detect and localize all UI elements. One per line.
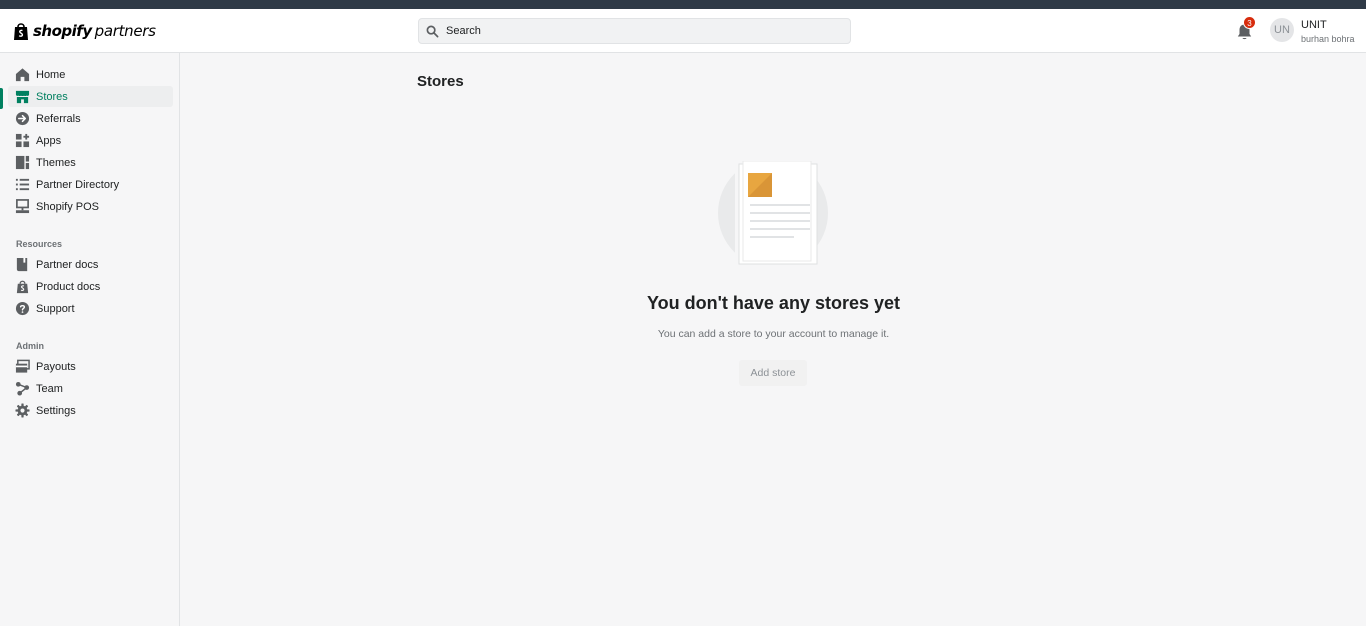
- sidebar-item-label: Referrals: [36, 112, 81, 125]
- user-name[interactable]: UNIT: [1301, 19, 1327, 31]
- add-store-button[interactable]: Add store: [739, 360, 807, 386]
- gear-icon: [15, 403, 30, 418]
- sidebar-item-product-docs[interactable]: Product docs: [8, 276, 173, 297]
- empty-state-subtitle: You can add a store to your account to m…: [657, 328, 890, 340]
- sidebar-item-label: Payouts: [36, 360, 76, 373]
- sidebar-item-label: Product docs: [36, 280, 101, 293]
- referral-icon: [15, 111, 30, 126]
- store-icon: [15, 89, 30, 104]
- empty-state-title: You don't have any stores yet: [646, 293, 900, 313]
- payouts-icon: [15, 359, 30, 374]
- shopify-bag-icon: [14, 23, 28, 40]
- notification-count-badge: 3: [1243, 16, 1256, 29]
- sidebar-item-label: Partner Directory: [36, 178, 120, 191]
- search-bar[interactable]: [418, 18, 851, 44]
- active-indicator: [0, 88, 3, 109]
- sidebar-item-label: Shopify POS: [36, 200, 99, 213]
- sidebar-item-themes[interactable]: Themes: [8, 152, 173, 173]
- home-icon: [15, 67, 30, 82]
- sidebar-item-label: Themes: [36, 156, 76, 169]
- brand-suffix: partners: [94, 22, 156, 40]
- sidebar-item-stores[interactable]: Stores: [8, 86, 173, 107]
- sidebar: Home Stores Referrals Apps Themes Partne…: [0, 53, 180, 626]
- question-icon: [15, 301, 30, 316]
- sidebar-item-home[interactable]: Home: [8, 64, 173, 85]
- sidebar-item-referrals[interactable]: Referrals: [8, 108, 173, 129]
- book-icon: [15, 257, 30, 272]
- apps-icon: [15, 133, 30, 148]
- sidebar-item-settings[interactable]: Settings: [8, 400, 173, 421]
- main-content: Stores You don't have any stores yet You…: [181, 53, 1366, 626]
- sidebar-item-partner-directory[interactable]: Partner Directory: [8, 174, 173, 195]
- avatar[interactable]: UN: [1270, 18, 1294, 42]
- sidebar-item-label: Stores: [36, 90, 68, 103]
- sidebar-item-label: Team: [36, 382, 63, 395]
- search-input[interactable]: [446, 25, 826, 37]
- sidebar-item-label: Settings: [36, 404, 76, 417]
- shopify-partners-logo[interactable]: shopify partners: [12, 20, 156, 42]
- sidebar-item-payouts[interactable]: Payouts: [8, 356, 173, 377]
- section-title-resources: Resources: [16, 239, 63, 249]
- brand-name: shopify: [33, 22, 92, 40]
- top-bar: shopify partners 3 UN UNIT burhan bohra: [0, 9, 1366, 53]
- sidebar-item-label: Home: [36, 68, 66, 81]
- search-icon: [426, 25, 439, 37]
- sidebar-item-apps[interactable]: Apps: [8, 130, 173, 151]
- sidebar-item-shopify-pos[interactable]: Shopify POS: [8, 196, 173, 217]
- user-subtitle[interactable]: burhan bohra: [1301, 34, 1355, 44]
- section-title-admin: Admin: [16, 341, 44, 351]
- browser-top-strip: [0, 0, 1366, 9]
- sidebar-item-team[interactable]: Team: [8, 378, 173, 399]
- empty-state-document-icon: [717, 161, 829, 273]
- sidebar-item-label: Apps: [36, 134, 62, 147]
- shopify-bag-icon: [15, 279, 30, 294]
- list-icon: [15, 177, 30, 192]
- team-icon: [15, 381, 30, 396]
- sidebar-item-partner-docs[interactable]: Partner docs: [8, 254, 173, 275]
- themes-icon: [15, 155, 30, 170]
- sidebar-item-support[interactable]: Support: [8, 298, 173, 319]
- sidebar-item-label: Partner docs: [36, 258, 99, 271]
- sidebar-item-label: Support: [36, 302, 75, 315]
- page-title: Stores: [417, 73, 464, 90]
- pos-icon: [15, 199, 30, 214]
